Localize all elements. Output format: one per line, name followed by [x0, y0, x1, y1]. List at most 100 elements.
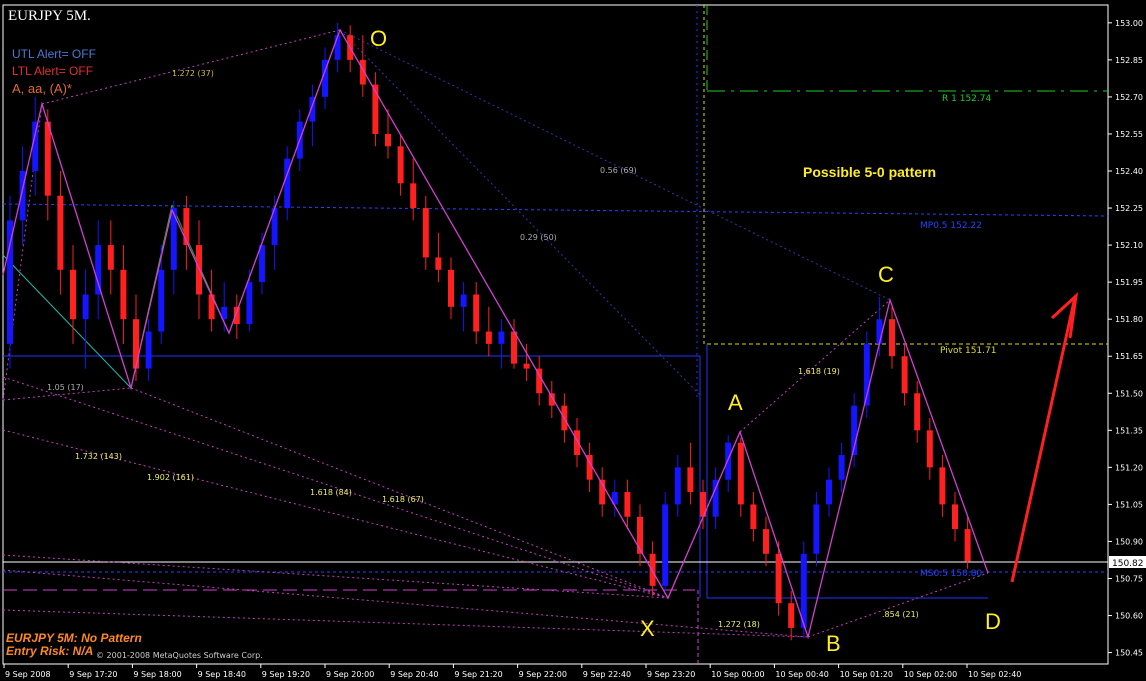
candle-body — [952, 504, 958, 530]
time-tick-label: 10 Sep 00:00 — [711, 670, 764, 679]
ratio-labels: 1.272 (37) 0.56 (69) 0.29 (50) 1.05 (17)… — [47, 69, 919, 629]
candle-body — [385, 133, 391, 147]
time-tick-label: 9 Sep 22:40 — [583, 670, 631, 679]
copyright-text: © 2001-2008 MetaQuotes Software Corp. — [96, 651, 263, 660]
pattern-point-x: X — [640, 616, 655, 641]
candle-body — [926, 430, 933, 468]
ratio-label: .854 (21) — [882, 610, 919, 619]
utl-alert-status: UTL Alert= OFF — [12, 47, 96, 61]
candle-body — [32, 121, 39, 171]
candle-body — [145, 331, 152, 369]
candle-body — [334, 35, 341, 60]
candle-body — [498, 331, 505, 344]
candle-body — [775, 553, 782, 604]
entry-risk: Entry Risk: N/A — [6, 644, 93, 658]
ratio-label: 1.618 (67) — [382, 495, 424, 504]
wave-notation: A, aa, (A)* — [12, 81, 72, 96]
price-tick-label: 152.55 — [1115, 130, 1143, 139]
candle-body — [788, 603, 795, 628]
price-tick-label: 151.35 — [1115, 426, 1143, 435]
candle-body — [158, 269, 165, 332]
projection-arrow — [1010, 292, 1079, 583]
candle-body — [448, 269, 454, 307]
candle-body — [246, 282, 253, 325]
candle-body — [813, 504, 820, 554]
candle-body — [826, 479, 832, 505]
candle-body — [889, 319, 895, 357]
candle-body — [95, 245, 102, 295]
price-tick-label: 151.65 — [1115, 352, 1143, 361]
current-price-label: 150.82 — [1112, 559, 1144, 569]
candle-body — [397, 146, 404, 184]
time-tick-label: 9 Sep 18:00 — [133, 670, 181, 679]
price-tick-label: 150.45 — [1115, 649, 1143, 658]
price-tick-label: 151.80 — [1115, 315, 1143, 324]
candle-body — [410, 183, 417, 209]
mp-line — [2, 203, 1109, 217]
candle-body — [964, 529, 971, 562]
candle-body — [523, 363, 530, 369]
time-tick-label: 9 Sep 17:20 — [69, 670, 117, 679]
price-tick-label: 151.05 — [1115, 500, 1143, 509]
candle-body — [107, 245, 114, 270]
price-tick-label: 152.85 — [1115, 56, 1143, 65]
time-tick-label: 9 Sep 20:40 — [390, 670, 438, 679]
time-axis: 9 Sep 2008 9 Sep 17:20 9 Sep 18:00 9 Sep 18… — [3, 664, 1021, 679]
candle-body — [460, 294, 467, 307]
time-tick-label: 9 Sep 20:00 — [326, 670, 374, 679]
price-tick-label: 150.60 — [1115, 612, 1143, 621]
candle-body — [876, 319, 883, 344]
time-tick-label: 9 Sep 18:40 — [198, 670, 246, 679]
pattern-point-c: C — [878, 262, 894, 287]
r1-label: R 1 152.74 — [942, 94, 991, 104]
pattern-point-a: A — [728, 390, 743, 415]
candle-body — [687, 467, 694, 493]
candle-body — [712, 479, 719, 517]
pattern-point-o: O — [370, 26, 387, 51]
pattern-point-d: D — [985, 609, 1001, 634]
time-tick-label: 10 Sep 01:20 — [840, 670, 893, 679]
candle-body — [208, 294, 215, 320]
candle-body — [422, 208, 429, 258]
candle-body — [44, 121, 51, 196]
price-chart: 153.00 152.85 152.70 152.55 152.40 152.25 152.… — [2, 4, 1146, 679]
price-tick-label: 152.25 — [1115, 204, 1143, 213]
ratio-label: 0.56 (69) — [600, 166, 637, 175]
candle-body — [57, 195, 64, 270]
candle-body — [473, 294, 480, 332]
time-tick-label: 10 Sep 00:40 — [775, 670, 828, 679]
ratio-label: 1.618 (19) — [798, 367, 840, 376]
time-tick-label: 9 Sep 21:20 — [454, 670, 502, 679]
candle-body — [133, 319, 139, 369]
candle-body — [70, 269, 76, 320]
pattern-status: EURJPY 5M: No Pattern — [6, 631, 142, 645]
price-tick-label: 152.70 — [1115, 93, 1143, 102]
time-tick-label: 9 Sep 2008 — [5, 670, 51, 679]
candle-body — [82, 294, 89, 320]
mp-label: MP0.5 152.22 — [920, 221, 982, 231]
ratio-label: 1.732 (143) — [75, 452, 122, 461]
candle-body — [511, 331, 517, 364]
candle-body — [284, 158, 291, 209]
pivot-label: Pivot 151.71 — [940, 346, 996, 356]
ratio-label: 1.902 (161) — [147, 473, 194, 482]
ratio-label: 1.272 (18) — [718, 620, 760, 629]
candle-body — [901, 356, 908, 394]
candle-body — [838, 455, 845, 480]
ratio-label: 0.29 (50) — [520, 233, 557, 242]
candle-body — [662, 504, 669, 586]
ratio-label: 1.272 (37) — [172, 69, 214, 78]
ltl-alert-status: LTL Alert= OFF — [12, 64, 93, 78]
price-tick-label: 152.10 — [1115, 241, 1143, 250]
price-tick-label: 151.20 — [1115, 463, 1143, 472]
price-tick-label: 151.50 — [1115, 389, 1143, 398]
chart-title: EURJPY 5M. — [8, 8, 91, 24]
candle-body — [725, 442, 732, 480]
time-tick-label: 9 Sep 22:00 — [519, 670, 567, 679]
time-tick-label: 9 Sep 19:20 — [262, 670, 310, 679]
candle-body — [939, 467, 946, 505]
time-tick-label: 10 Sep 02:40 — [968, 670, 1021, 679]
candlesticks — [7, 22, 971, 641]
pattern-point-b: B — [826, 631, 841, 656]
candle-body — [750, 504, 757, 530]
